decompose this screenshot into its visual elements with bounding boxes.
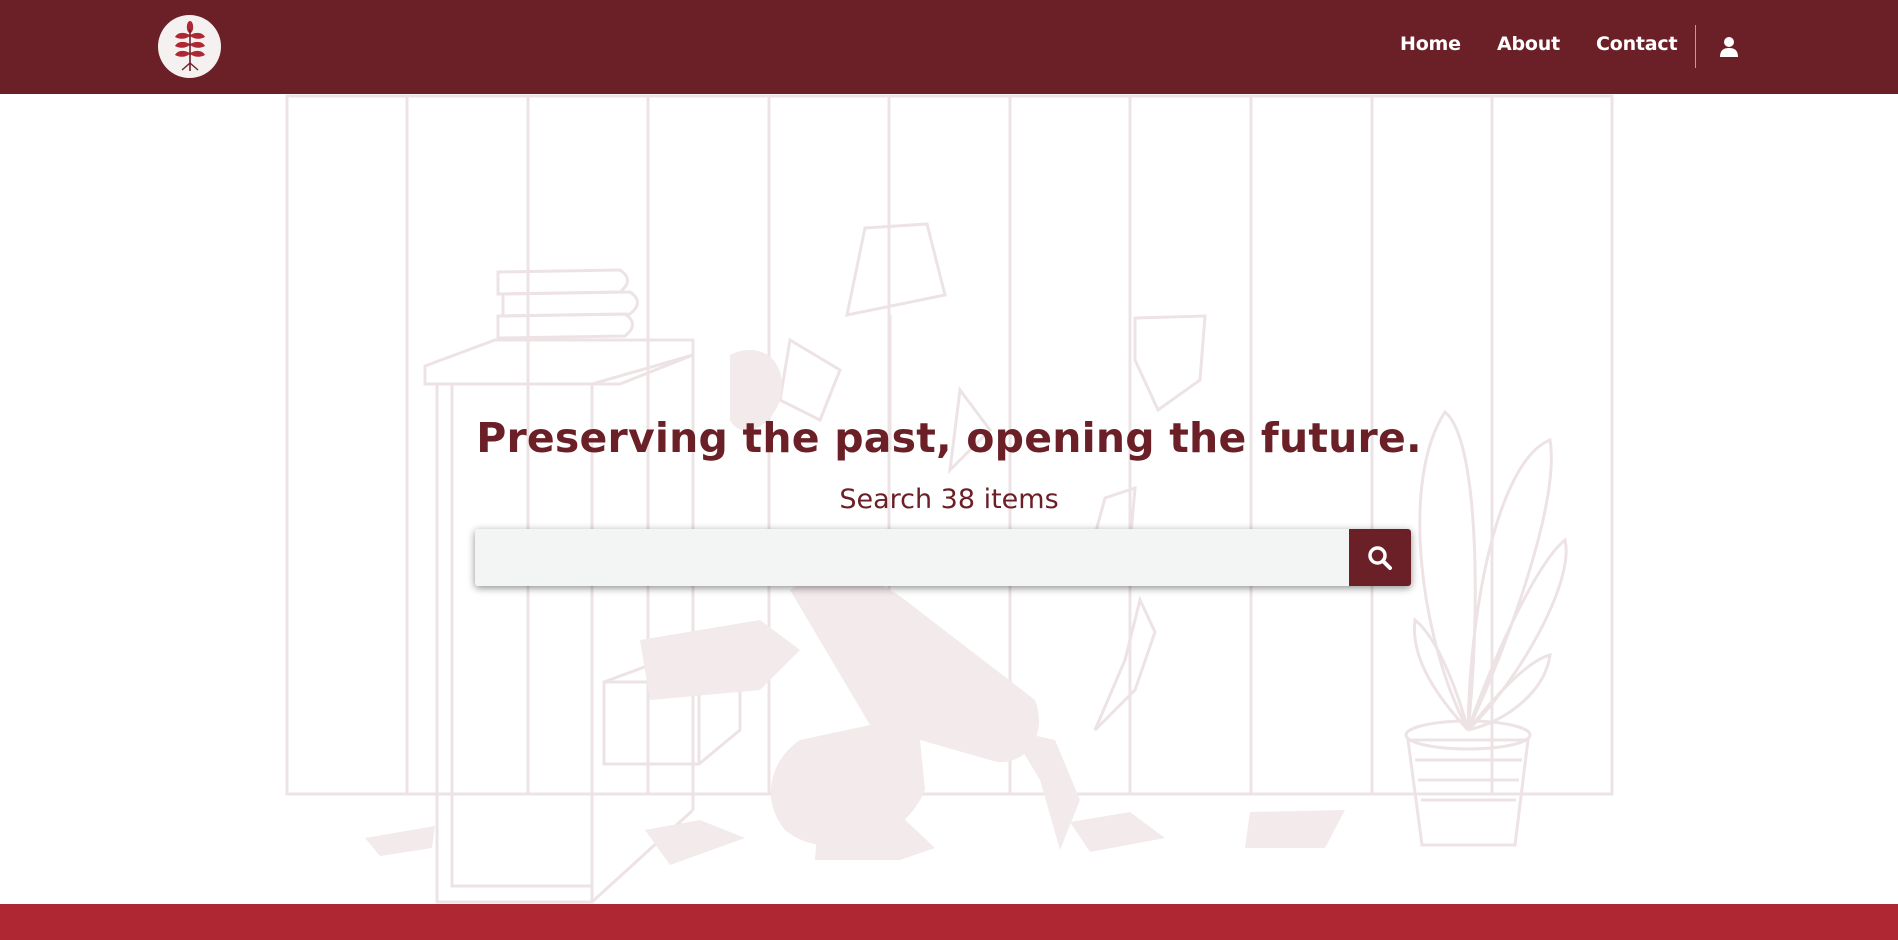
nav-home-link[interactable]: Home [1400,33,1461,55]
user-icon [1720,37,1738,57]
user-account-button[interactable] [1716,34,1742,60]
nav-divider [1695,25,1696,68]
site-logo[interactable] [158,15,221,78]
item-count-subtitle: Search 38 items [839,484,1059,515]
search-input[interactable] [475,529,1349,586]
search-icon [1368,545,1392,570]
search-button[interactable] [1349,529,1411,586]
leaf-sprig-icon [174,20,205,71]
search-bar [475,529,1411,586]
footer-bar [0,904,1898,940]
nav-contact-link[interactable]: Contact [1596,33,1678,55]
top-navigation-bar: Home About Contact [0,0,1898,94]
hero-title: Preserving the past, opening the future. [476,414,1422,462]
nav-about-link[interactable]: About [1497,33,1560,55]
